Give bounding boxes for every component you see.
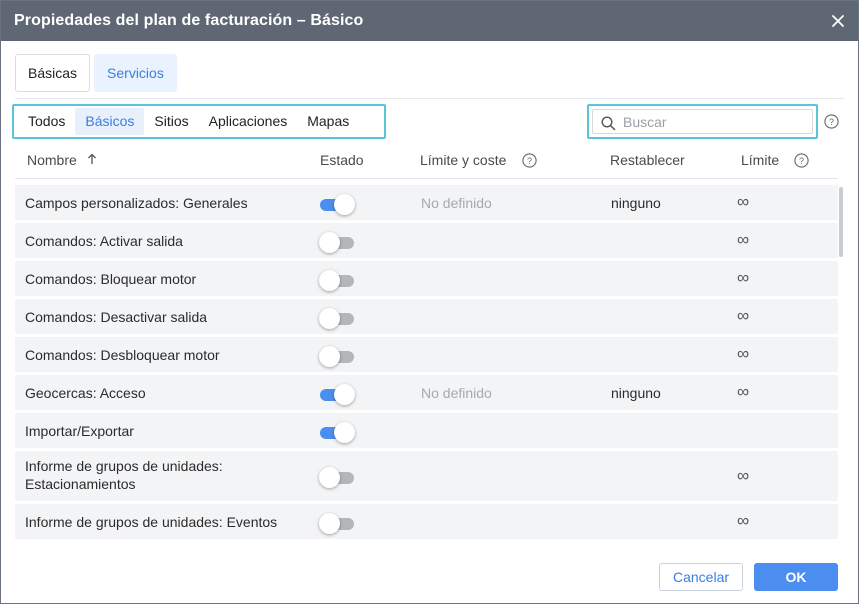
service-name-line2: Estacionamientos [25,476,136,492]
reset-value[interactable]: ninguno [611,195,661,211]
service-name-line1: Informe de grupos de unidades: [25,458,223,474]
filter-sitios[interactable]: Sitios [144,108,198,135]
service-name: Comandos: Desbloquear motor [25,347,220,363]
help-icon[interactable]: ? [824,114,839,129]
search-icon [601,116,616,131]
limit-cost-value[interactable]: No definido [421,385,492,401]
reset-value[interactable]: ninguno [611,385,661,401]
service-name: Comandos: Bloquear motor [25,271,197,287]
tabs-divider [15,98,844,99]
limit-cost-help-icon[interactable]: ? [522,153,537,168]
state-toggle[interactable] [320,422,355,443]
table-row: Comandos: Activar salida ∞ [15,223,838,258]
close-icon[interactable] [828,11,848,31]
table-row: Campos personalizados: Generales No defi… [15,185,838,220]
tab-servicios[interactable]: Servicios [94,54,177,92]
table-row: Comandos: Bloquear motor ∞ [15,261,838,296]
limit-value: ∞ [737,230,750,249]
limit-value: ∞ [737,511,750,530]
search-box [587,104,818,139]
dialog-titlebar: Propiedades del plan de facturación – Bá… [1,1,858,41]
search-input[interactable] [592,109,813,134]
svg-text:?: ? [527,156,532,166]
service-name: Informe de grupos de unidades: Eventos [25,514,278,530]
service-name: Comandos: Activar salida [25,233,183,249]
table-row: Informe de grupos de unidades: Estacionam… [15,451,838,501]
service-name: Comandos: Desactivar salida [25,309,208,325]
service-name: Campos personalizados: Generales [25,195,248,211]
main-tabs: Básicas Servicios [15,54,177,92]
cancel-button[interactable]: Cancelar [659,563,743,591]
services-table-body: Campos personalizados: Generales No defi… [15,185,838,542]
state-toggle[interactable] [320,384,355,405]
dialog-title: Propiedades del plan de facturación – Bá… [14,12,364,29]
table-scrollbar[interactable] [839,187,843,257]
column-header-reset: Restablecer [610,152,685,168]
filter-mapas[interactable]: Mapas [297,108,359,135]
state-toggle[interactable] [319,513,354,534]
service-name: Geocercas: Acceso [25,385,146,401]
state-toggle[interactable] [319,232,354,253]
table-row: Informe de grupos de unidades: Eventos ∞ [15,504,838,539]
column-header-limit-cost: Límite y coste [420,152,507,168]
limit-value: ∞ [737,344,750,363]
tab-basicas[interactable]: Básicas [15,54,91,92]
limit-value: ∞ [737,466,750,485]
table-header: Nombre Estado Límite y coste ? Restablec… [15,146,838,179]
limit-value: ∞ [737,268,750,287]
state-toggle[interactable] [319,346,354,367]
limit-value: ∞ [737,192,750,211]
filter-aplicaciones[interactable]: Aplicaciones [199,108,298,135]
limit-value: ∞ [737,306,750,325]
limit-value: ∞ [737,382,750,401]
state-toggle[interactable] [319,308,354,329]
service-name: Importar/Exportar [25,423,134,439]
table-row: Importar/Exportar [15,413,838,448]
category-filter: Todos Básicos Sitios Aplicaciones Mapas [12,104,386,139]
state-toggle[interactable] [319,467,354,488]
state-toggle[interactable] [319,270,354,291]
table-row: Geocercas: Acceso No definido ninguno ∞ [15,375,838,410]
ok-button[interactable]: OK [754,563,838,591]
svg-text:?: ? [829,117,834,127]
column-header-state: Estado [320,152,364,168]
column-header-limit: Límite [741,152,780,168]
billing-plan-dialog: Propiedades del plan de facturación – Bá… [0,0,859,604]
filter-todos[interactable]: Todos [18,108,75,135]
state-toggle[interactable] [320,194,355,215]
filter-basicos[interactable]: Básicos [75,108,145,135]
service-name: Informe de grupos de unidades: Estacionam… [25,457,223,493]
limit-cost-value[interactable]: No definido [421,195,492,211]
column-header-name[interactable]: Nombre [27,152,77,168]
table-row: Comandos: Desactivar salida ∞ [15,299,838,334]
table-row: Comandos: Desbloquear motor ∞ [15,337,838,372]
limit-help-icon[interactable]: ? [794,153,809,168]
sort-arrow-up-icon[interactable] [87,152,97,164]
svg-text:?: ? [799,156,804,166]
